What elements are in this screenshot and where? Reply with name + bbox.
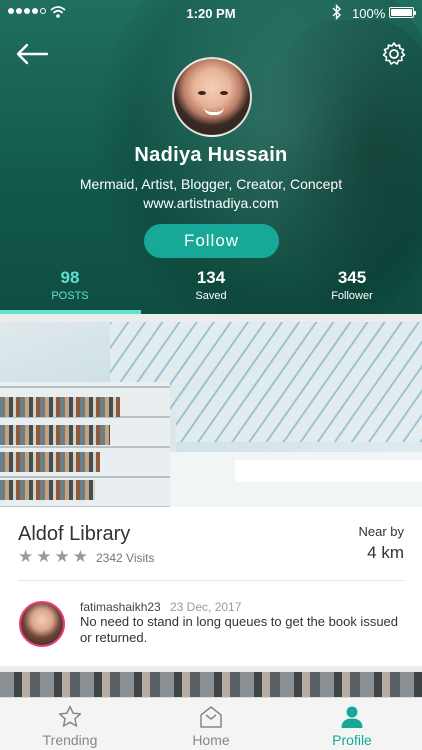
stat-posts-value: 98 bbox=[60, 268, 80, 287]
active-tab-indicator bbox=[0, 310, 141, 314]
bottom-navigation: Trending Home Profile bbox=[0, 697, 422, 750]
star-icon: ★ bbox=[72, 547, 88, 566]
divider bbox=[18, 580, 404, 581]
star-rating: ★ ★ ★ ★ bbox=[18, 548, 88, 565]
near-by-label: Near by bbox=[358, 524, 404, 539]
profile-avatar[interactable] bbox=[172, 57, 252, 137]
back-arrow-icon[interactable] bbox=[14, 40, 50, 68]
comment-text: No need to stand in long queues to get t… bbox=[80, 614, 399, 645]
nav-trending[interactable]: Trending bbox=[0, 698, 140, 750]
profile-bio: Mermaid, Artist, Blogger, Creator, Conce… bbox=[79, 176, 343, 192]
stat-posts-label: POSTS bbox=[51, 290, 89, 302]
profile-header: 1:20 PM 100% Nadiya Hussain Mermaid, Art… bbox=[0, 0, 422, 314]
stat-saved-label: Saved bbox=[195, 290, 227, 302]
stat-saved-value: 134 bbox=[196, 268, 226, 287]
nav-home-label: Home bbox=[192, 732, 230, 748]
stat-posts-tab[interactable]: 98 POSTS bbox=[0, 268, 140, 302]
bluetooth-icon bbox=[332, 4, 341, 20]
visit-count: 2342 Visits bbox=[96, 551, 155, 565]
comment-date: 23 Dec, 2017 bbox=[170, 600, 242, 614]
profile-website-link[interactable]: www.artistnadiya.com bbox=[0, 195, 422, 211]
status-bar: 1:20 PM 100% bbox=[0, 0, 422, 26]
home-icon bbox=[200, 706, 222, 728]
person-icon bbox=[341, 706, 363, 728]
star-icon: ★ bbox=[18, 547, 34, 566]
commenter-username[interactable]: fatimashaikh23 bbox=[80, 600, 161, 614]
battery-percentage: 100% bbox=[352, 6, 386, 21]
star-icon: ★ bbox=[36, 547, 52, 566]
settings-gear-icon[interactable] bbox=[380, 40, 408, 68]
battery-icon bbox=[389, 7, 416, 18]
commenter-avatar[interactable] bbox=[19, 601, 65, 647]
nav-trending-label: Trending bbox=[42, 732, 98, 748]
follow-button[interactable]: Follow bbox=[144, 224, 279, 258]
distance-value: 4 km bbox=[367, 543, 404, 562]
profile-name: Nadiya Hussain bbox=[134, 144, 288, 166]
nav-home[interactable]: Home bbox=[141, 698, 281, 750]
nav-profile-label: Profile bbox=[332, 732, 372, 748]
stat-follower-label: Follower bbox=[331, 290, 373, 302]
stat-saved-tab[interactable]: 134 Saved bbox=[141, 268, 281, 302]
post-photo[interactable] bbox=[0, 322, 422, 507]
next-post-preview[interactable] bbox=[0, 672, 422, 698]
profile-stats: 98 POSTS 134 Saved 345 Follower bbox=[0, 268, 422, 308]
star-outline-icon bbox=[58, 705, 82, 727]
place-name[interactable]: Aldof Library bbox=[18, 523, 130, 546]
nav-profile[interactable]: Profile bbox=[282, 698, 422, 750]
stat-follower-value: 345 bbox=[337, 268, 367, 287]
star-icon: ★ bbox=[54, 547, 70, 566]
stat-follower-tab[interactable]: 345 Follower bbox=[282, 268, 422, 302]
post-card[interactable]: Aldof Library ★ ★ ★ ★ 2342 Visits Near b… bbox=[0, 322, 422, 666]
